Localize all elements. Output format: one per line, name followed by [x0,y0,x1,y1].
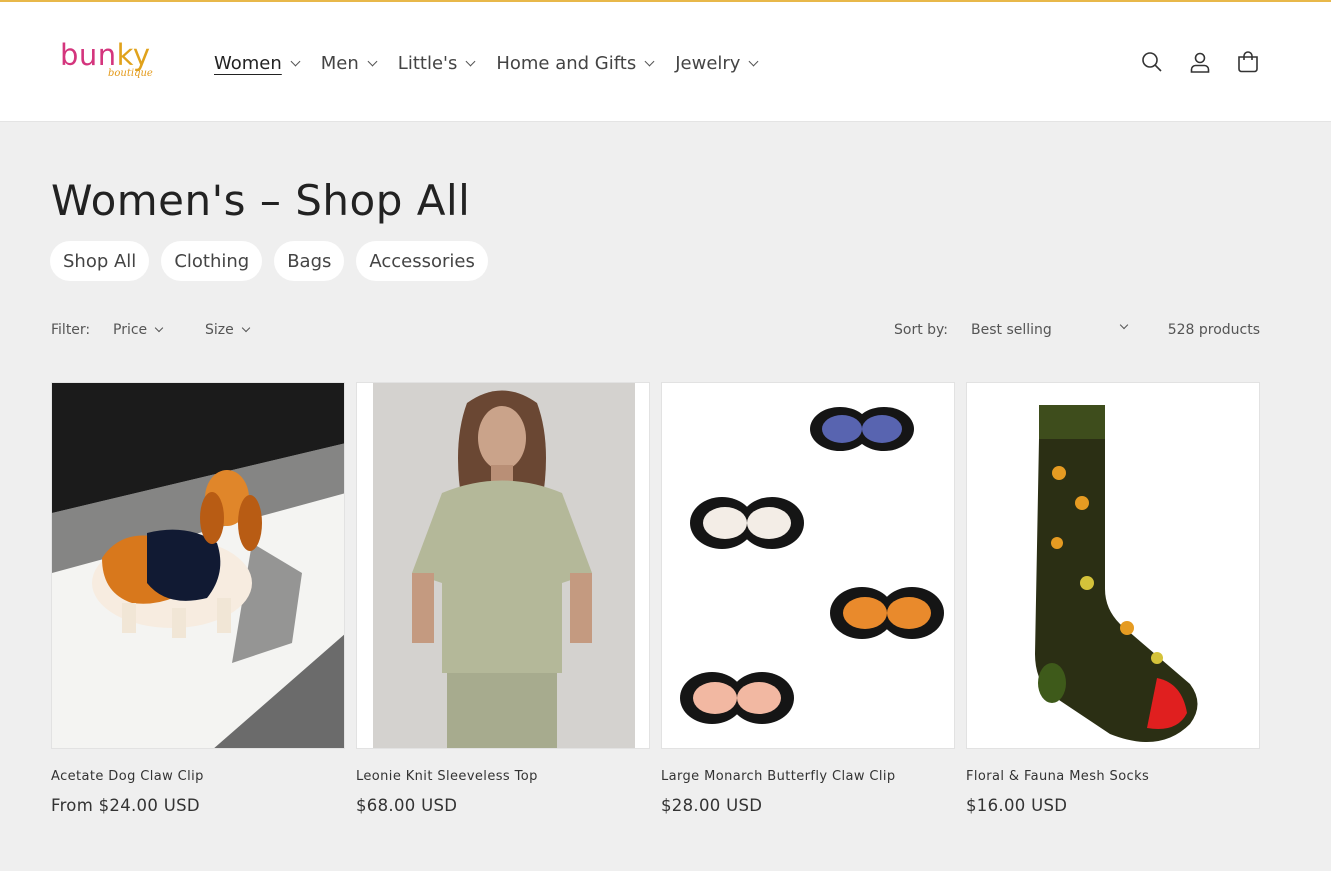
nav-item-label: Jewelry [675,52,741,74]
sort-label: Sort by: [894,322,949,338]
nav-item-home-and-gifts[interactable]: Home and Gifts [496,52,655,74]
chevron-down-icon [367,56,378,66]
product-grid: Acetate Dog Claw Clip From $24.00 USD Le… [51,382,1260,852]
main-nav: Women Men Little's Home and Gifts Jewelr… [214,49,779,77]
subcategory-pills: Shop All Clothing Bags Accessories [50,241,500,281]
nav-item-littles[interactable]: Little's [397,52,476,74]
pill-bags[interactable]: Bags [274,241,345,281]
product-name[interactable]: Leonie Knit Sleeveless Top [356,769,650,784]
filter-label: Filter: [51,322,91,338]
chevron-down-icon [290,56,301,66]
filter-price[interactable]: Price [113,322,164,338]
product-image[interactable] [661,382,955,749]
pill-clothing[interactable]: Clothing [161,241,263,281]
product-card[interactable]: Large Monarch Butterfly Claw Clip $28.00… [661,382,955,815]
product-price: $16.00 USD [966,796,1068,815]
logo-wordmark: bunky [60,38,151,72]
nav-item-men[interactable]: Men [320,52,378,74]
account-icon[interactable] [1187,49,1213,75]
product-image[interactable] [356,382,650,749]
chevron-down-icon [154,323,164,333]
nav-item-label: Men [320,52,359,74]
header-icons [1117,49,1261,75]
nav-item-label: Women [214,52,282,74]
filter-price-label: Price [113,322,148,338]
filter-size-label: Size [205,322,234,338]
product-card[interactable]: Leonie Knit Sleeveless Top $68.00 USD [356,382,650,815]
filter-bar: Filter: Price Size Sort by: Best selling… [51,320,1260,342]
site-header: bunky boutique Women Men Little's Home a… [0,0,1331,122]
cart-icon[interactable] [1235,49,1261,75]
page-title: Women's – Shop All [51,176,471,225]
nav-item-label: Home and Gifts [496,52,637,74]
chevron-down-icon [749,56,759,66]
chevron-down-icon [241,323,250,333]
logo-tagline: boutique [108,68,153,79]
product-image[interactable] [966,382,1260,749]
product-name[interactable]: Large Monarch Butterfly Claw Clip [661,769,955,784]
pill-shop-all[interactable]: Shop All [50,241,150,281]
product-price: $28.00 USD [661,796,763,815]
product-price: $68.00 USD [356,796,458,815]
product-card[interactable]: Acetate Dog Claw Clip From $24.00 USD [51,382,345,815]
pill-accessories[interactable]: Accessories [356,241,488,281]
filter-size[interactable]: Size [205,322,250,338]
nav-item-label: Little's [397,52,458,74]
product-image[interactable] [51,382,345,749]
nav-item-women[interactable]: Women [214,52,301,74]
product-price: From $24.00 USD [51,796,200,815]
chevron-down-icon [465,56,476,66]
nav-item-jewelry[interactable]: Jewelry [675,52,759,74]
sort-select[interactable]: Best selling [971,320,1129,338]
chevron-down-icon [644,56,655,66]
sort-value: Best selling [971,322,1052,338]
chevron-down-icon [1119,320,1129,330]
brand-logo[interactable]: bunky boutique [60,38,164,82]
product-name[interactable]: Floral & Fauna Mesh Socks [966,769,1260,784]
search-icon[interactable] [1139,49,1165,75]
product-card[interactable]: Floral & Fauna Mesh Socks $16.00 USD [966,382,1260,815]
product-name[interactable]: Acetate Dog Claw Clip [51,769,345,784]
product-count: 528 products [1167,322,1260,338]
